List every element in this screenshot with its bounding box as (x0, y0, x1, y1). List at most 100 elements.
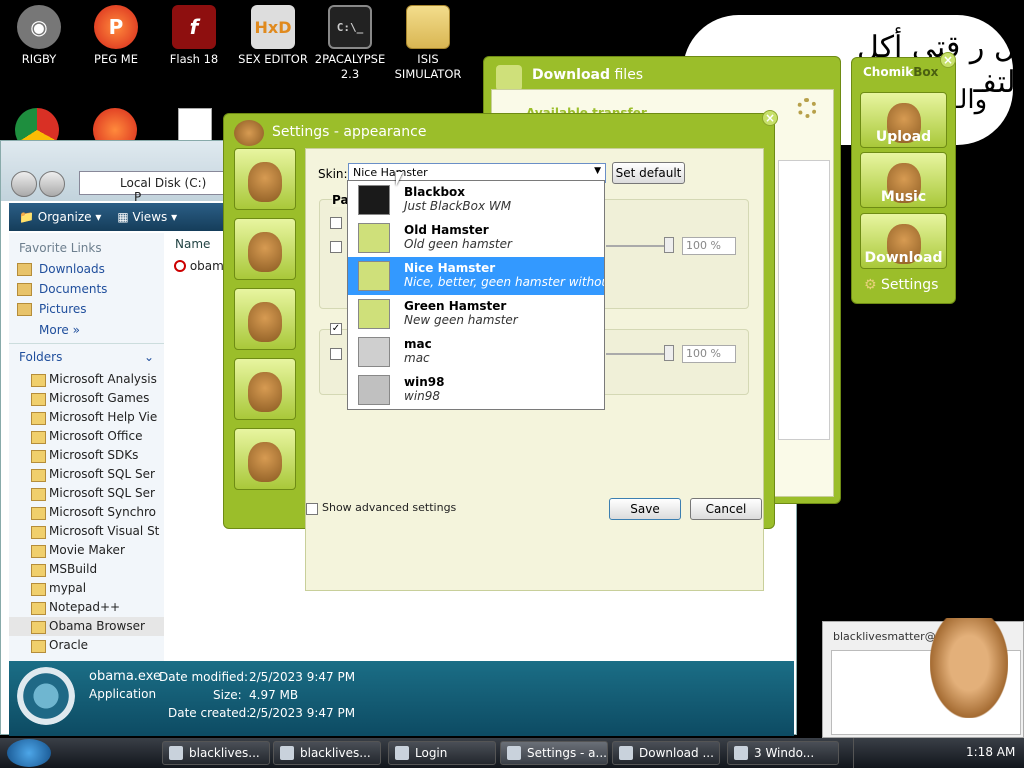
folder-item[interactable]: Notepad++ (9, 598, 164, 617)
taskbar-item[interactable]: blacklives... (162, 741, 270, 765)
file-item-obama[interactable]: obam (174, 259, 224, 273)
skin-thumbnail-icon (358, 375, 390, 405)
taskbar-item[interactable]: 3 Windo... (727, 741, 839, 765)
skin-option-blackbox[interactable]: Blackbox Just BlackBox WM (348, 181, 604, 219)
music-button[interactable]: Music (860, 152, 947, 208)
hamster-icon (248, 162, 282, 202)
raccoon-icon: ◉ (17, 5, 61, 49)
desktop-icon-rigby[interactable]: ◉ RIGBY (3, 5, 75, 67)
slider-thumb-2[interactable] (664, 345, 674, 361)
desktop-icon-2pacalypse[interactable]: C:\_ 2PACALYPSE 2.3 (314, 5, 386, 82)
upload-button[interactable]: Upload (860, 92, 947, 148)
skin-label: Skin: (318, 167, 348, 181)
organize-label: Organize (37, 210, 92, 224)
folder-item[interactable]: Microsoft Analysis (9, 370, 164, 389)
folder-item[interactable]: Microsoft Games (9, 389, 164, 408)
settings-tab-music[interactable] (234, 358, 296, 420)
folder-item[interactable]: Microsoft Office (9, 427, 164, 446)
settings-label: Settings (881, 277, 939, 293)
views-label: Views (132, 210, 168, 224)
desktop-icon-isis[interactable]: ISIS SIMULATOR (392, 5, 464, 82)
folder-item[interactable]: Microsoft SQL Ser (9, 465, 164, 484)
opacity-input-1[interactable]: 100 % (682, 237, 736, 255)
checkbox-4[interactable] (330, 348, 342, 360)
column-header-name[interactable]: Name (171, 233, 231, 255)
slider-track-1[interactable] (606, 245, 666, 247)
download-title-rest: files (614, 67, 644, 83)
views-button[interactable]: ▦ Views ▾ (117, 210, 177, 224)
settings-tab-appearance[interactable] (234, 218, 296, 280)
settings-tab-download[interactable] (234, 428, 296, 490)
settings-tab-connection[interactable] (234, 288, 296, 350)
desktop-icon-label: Flash 18 (169, 52, 219, 66)
folder-item[interactable]: Microsoft Synchro (9, 503, 164, 522)
slider-thumb-1[interactable] (664, 237, 674, 253)
organize-button[interactable]: 📁 Organize ▾ (19, 210, 101, 224)
folder-item[interactable]: Microsoft SDKs (9, 446, 164, 465)
show-advanced-checkbox[interactable] (306, 503, 318, 515)
folder-item[interactable]: Microsoft Visual St (9, 522, 164, 541)
opacity-value-2: 100 % (686, 347, 721, 360)
chomikbox-title: ChomikBox (863, 65, 938, 79)
checkbox-3[interactable]: ✓ (330, 323, 342, 335)
save-button[interactable]: Save (609, 498, 681, 520)
skin-option-name: Old Hamster (404, 223, 489, 237)
folders-header[interactable]: Folders ⌄ (9, 343, 164, 370)
skin-option-name: Nice Hamster (404, 261, 496, 275)
details-size: 4.97 MB (249, 688, 299, 702)
close-icon[interactable]: × (762, 110, 778, 126)
skin-option-desc: Old geen hamster (404, 237, 512, 251)
favorite-link-documents[interactable]: Documents (9, 279, 164, 299)
folder-item[interactable]: Oracle (9, 636, 164, 655)
taskbar-item[interactable]: Login (388, 741, 496, 765)
details-created-label: Date created: (168, 706, 251, 720)
upload-label: Upload (875, 129, 932, 145)
desktop-icon-peg-me[interactable]: P PEG ME (80, 5, 152, 67)
settings-tab-general[interactable] (234, 148, 296, 210)
forward-button[interactable] (39, 171, 65, 197)
favorite-link-pictures[interactable]: Pictures (9, 299, 164, 319)
start-button[interactable] (7, 739, 51, 767)
skin-thumbnail-icon (358, 261, 390, 291)
folder-item[interactable]: Microsoft SQL Ser (9, 484, 164, 503)
address-bar[interactable]: Local Disk (C:) P (79, 171, 229, 204)
checkbox-1[interactable] (330, 217, 342, 229)
folder-item[interactable]: MSBuild (9, 560, 164, 579)
download-button[interactable]: Download (860, 213, 947, 269)
skin-dropdown-list: Blackbox Just BlackBox WM Old Hamster Old g… (347, 180, 605, 410)
settings-button[interactable]: ⚙ Settings (864, 277, 938, 293)
cancel-button[interactable]: Cancel (690, 498, 762, 520)
transfer-list (778, 160, 830, 440)
chomikbox-title-b: Box (913, 65, 939, 79)
taskbar-item[interactable]: blacklives... (273, 741, 381, 765)
skin-option-nice-hamster[interactable]: Nice Hamster Nice, better, geen hamster w… (348, 257, 604, 295)
desktop-icon-sex-editor[interactable]: HxD SEX EDITOR (237, 5, 309, 67)
more-link[interactable]: More » (9, 319, 164, 343)
checkbox-2[interactable] (330, 241, 342, 253)
folder-item[interactable]: mypal (9, 579, 164, 598)
close-icon[interactable]: × (940, 52, 956, 68)
skin-option-name: mac (404, 337, 432, 351)
taskbar-item[interactable]: Download ... (612, 741, 720, 765)
skin-thumbnail-icon (358, 299, 390, 329)
set-default-button[interactable]: Set default (612, 162, 685, 184)
favorite-link-downloads[interactable]: Downloads (9, 259, 164, 279)
hamster-palette-icon (248, 232, 282, 272)
flash-icon[interactable] (178, 108, 212, 144)
gear-icon[interactable] (797, 98, 817, 118)
opacity-input-2[interactable]: 100 % (682, 345, 736, 363)
skin-option-win98[interactable]: win98 win98 (348, 371, 604, 409)
back-button[interactable] (11, 171, 37, 197)
skin-option-mac[interactable]: mac mac (348, 333, 604, 371)
skin-option-desc: win98 (404, 389, 441, 403)
desktop-icon-flash[interactable]: f Flash 18 (158, 5, 230, 67)
taskbar-item[interactable]: Settings - a... (500, 741, 608, 765)
skin-option-green-hamster[interactable]: Green Hamster New geen hamster (348, 295, 604, 333)
slider-track-2[interactable] (606, 353, 666, 355)
folder-item[interactable]: Movie Maker (9, 541, 164, 560)
skin-option-old-hamster[interactable]: Old Hamster Old geen hamster (348, 219, 604, 257)
clock[interactable]: 1:18 AM (966, 745, 1015, 759)
folder-item[interactable]: Obama Browser (9, 617, 164, 636)
folder-item[interactable]: Microsoft Help Vie (9, 408, 164, 427)
taskbar: blacklives... blacklives... Login Settings … (0, 738, 1024, 768)
